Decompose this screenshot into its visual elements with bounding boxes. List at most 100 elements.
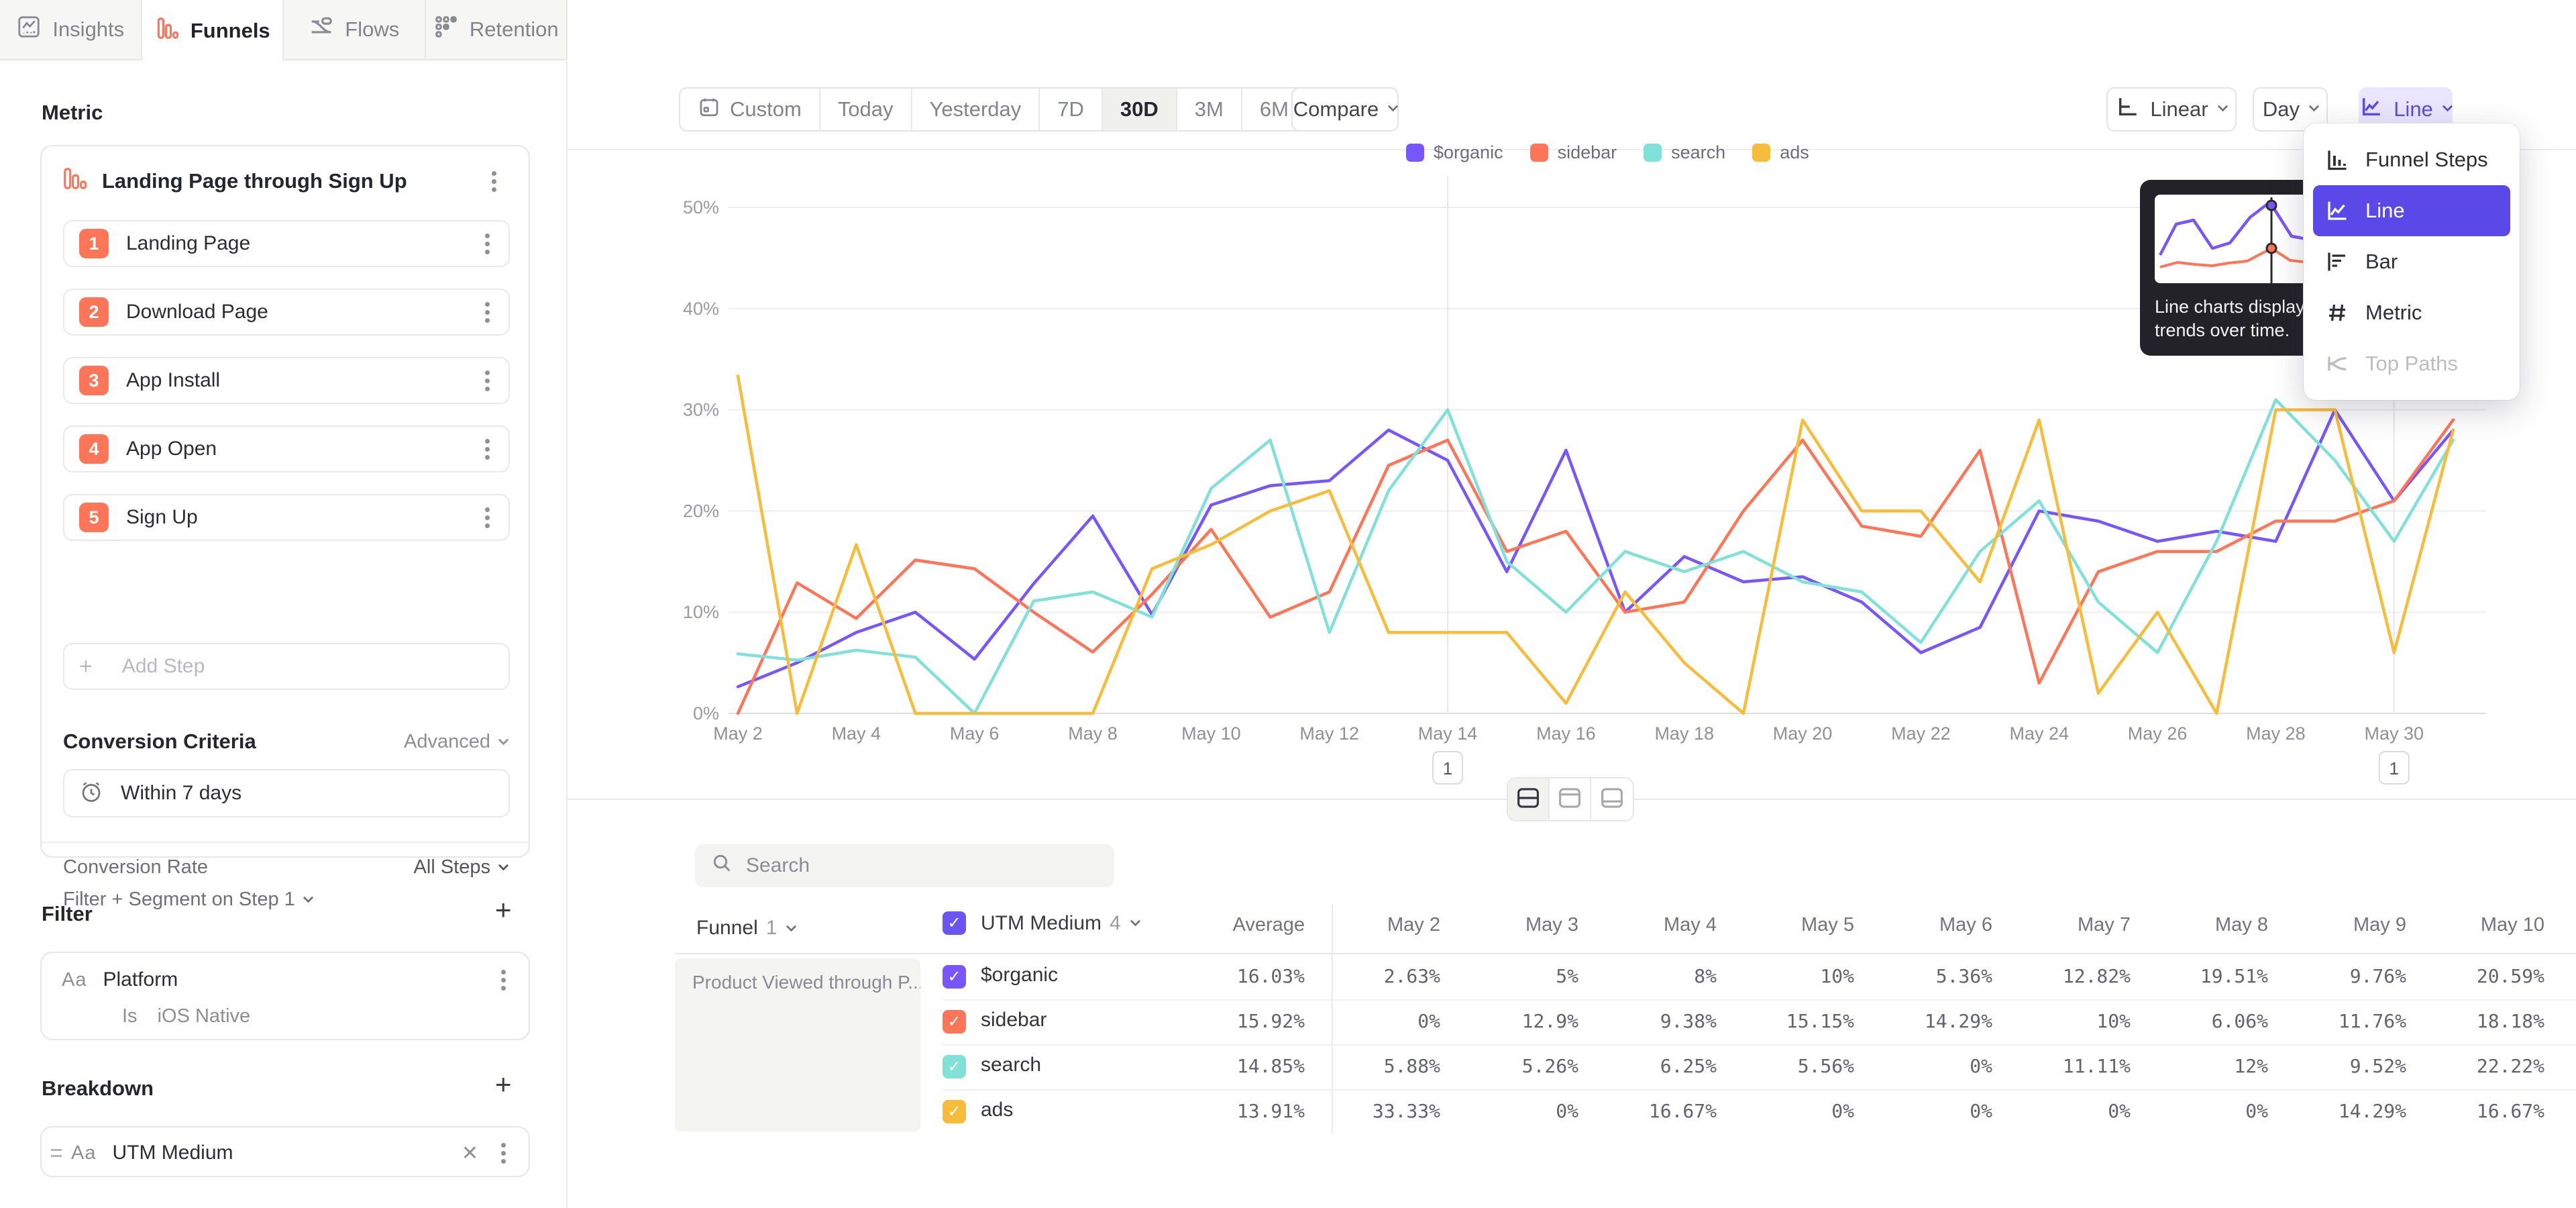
all-steps-dropdown[interactable]: All Steps <box>414 856 507 878</box>
filter-value[interactable]: iOS Native <box>158 1005 251 1027</box>
view-toggle-control <box>1507 777 1634 821</box>
funnel-step-4[interactable]: 4App Open <box>63 425 510 472</box>
date-range-yesterday[interactable]: Yesterday <box>912 89 1040 130</box>
y-axis-label: 30% <box>683 400 719 420</box>
breakdown-card[interactable]: Aa UTM Medium ✕ <box>40 1126 530 1177</box>
series-line-search[interactable] <box>738 400 2453 714</box>
step-kebab-menu[interactable] <box>485 379 490 383</box>
filter-operator[interactable]: Is <box>122 1005 138 1027</box>
table-row-group[interactable]: Product Viewed through P... <box>675 958 920 1131</box>
conversion-window-row[interactable]: Within 7 days <box>63 769 510 817</box>
date-column-header[interactable]: May 10 <box>2430 914 2544 936</box>
tab-insights[interactable]: Insights <box>0 0 142 59</box>
date-range-7d[interactable]: 7D <box>1040 89 1103 130</box>
table-row-organic[interactable]: ✓$organic16.03%2.63%5%8%10%5.36%12.82%19… <box>943 954 2576 999</box>
menu-item-funnel-steps[interactable]: Funnel Steps <box>2313 134 2510 185</box>
filter-section-title: Filter <box>42 902 93 926</box>
menu-item-metric[interactable]: Metric <box>2313 287 2510 338</box>
cell-value: 18.18% <box>2430 1010 2544 1032</box>
series-checkbox[interactable]: ✓ <box>943 965 966 989</box>
cell-value: 14.29% <box>1878 1010 1992 1032</box>
plus-icon: + <box>79 654 93 680</box>
table-row-ads[interactable]: ✓ads13.91%33.33%0%16.67%0%0%0%0%14.29%16… <box>943 1089 2576 1134</box>
split-view-button[interactable] <box>1508 778 1550 820</box>
date-range-today[interactable]: Today <box>820 89 912 130</box>
date-column-header[interactable]: May 7 <box>2017 914 2131 936</box>
average-column-header[interactable]: Average <box>1191 914 1305 936</box>
funnels-icon <box>154 15 180 46</box>
add-filter-button[interactable]: + <box>495 894 512 926</box>
scale-dropdown[interactable]: Linear <box>2106 87 2237 132</box>
drag-handle-icon[interactable] <box>51 1149 62 1157</box>
table-only-view-button[interactable] <box>1591 778 1633 820</box>
select-all-checkbox[interactable]: ✓ <box>943 911 966 935</box>
tab-retention[interactable]: Retention <box>426 0 567 59</box>
tab-funnels[interactable]: Funnels <box>142 0 284 62</box>
date-column-header[interactable]: May 3 <box>1464 914 1578 936</box>
advanced-dropdown[interactable]: Advanced <box>404 731 507 753</box>
series-checkbox[interactable]: ✓ <box>943 1010 966 1034</box>
date-column-header[interactable]: May 6 <box>1878 914 1992 936</box>
add-step-button[interactable]: + Add Step <box>63 643 510 690</box>
bar-chart-icon <box>2325 250 2349 274</box>
compare-button[interactable]: Compare <box>1291 87 1399 132</box>
menu-item-line[interactable]: Line <box>2313 185 2510 236</box>
table-row-sidebar[interactable]: ✓sidebar15.92%0%12.9%9.38%15.15%14.29%10… <box>943 999 2576 1044</box>
step-kebab-menu[interactable] <box>485 515 490 520</box>
chart-only-view-button[interactable] <box>1550 778 1591 820</box>
metric-kebab-menu[interactable] <box>492 179 496 184</box>
funnel-step-3[interactable]: 3App Install <box>63 357 510 404</box>
add-breakdown-button[interactable]: + <box>495 1068 512 1101</box>
table-search-input[interactable]: Search <box>695 844 1114 887</box>
table-row-search[interactable]: ✓search14.85%5.88%5.26%6.25%5.56%0%11.11… <box>943 1044 2576 1089</box>
average-value: 13.91% <box>1191 1100 1305 1122</box>
step-number-badge: 4 <box>79 434 109 464</box>
cell-value: 5% <box>1464 965 1578 987</box>
step-kebab-menu[interactable] <box>485 447 490 452</box>
breakdown-kebab-menu[interactable] <box>501 1151 506 1156</box>
x-axis-label: May 2 <box>713 723 763 744</box>
date-range-30d[interactable]: 30D <box>1103 89 1177 130</box>
date-column-header[interactable]: May 5 <box>1740 914 1854 936</box>
x-axis-label: May 14 <box>1418 723 1478 744</box>
tab-flows[interactable]: Flows <box>284 0 426 59</box>
top-paths-icon <box>2325 352 2349 376</box>
date-range-control: CustomTodayYesterday7D30D3M6M12M <box>679 87 1384 132</box>
series-line-sidebar[interactable] <box>738 420 2453 713</box>
line-chart-icon <box>2325 199 2349 223</box>
series-checkbox[interactable]: ✓ <box>943 1055 966 1078</box>
conversion-criteria-title: Conversion Criteria <box>63 729 256 754</box>
series-checkbox[interactable]: ✓ <box>943 1100 966 1123</box>
cell-value: 14.29% <box>2292 1100 2406 1122</box>
x-axis-label: May 16 <box>1536 723 1596 744</box>
step-kebab-menu[interactable] <box>485 242 490 246</box>
search-placeholder: Search <box>746 854 810 877</box>
funnel-step-1[interactable]: 1Landing Page <box>63 220 510 267</box>
cell-value: 5.26% <box>1464 1055 1578 1077</box>
step-number-badge: 2 <box>79 297 109 327</box>
date-column-header[interactable]: May 9 <box>2292 914 2406 936</box>
cell-value: 5.88% <box>1326 1055 1440 1077</box>
breakdown-column-dropdown[interactable]: ✓ UTM Medium 4 <box>943 911 1139 935</box>
date-column-header[interactable]: May 8 <box>2154 914 2268 936</box>
filter-segment-dropdown[interactable]: Filter + Segment on Step 1 <box>63 889 312 911</box>
remove-breakdown-icon[interactable]: ✕ <box>462 1142 478 1165</box>
funnel-step-5[interactable]: 5Sign Up <box>63 494 510 541</box>
funnel-column-dropdown[interactable]: Funnel 1 <box>696 917 795 940</box>
date-column-header[interactable]: May 4 <box>1603 914 1717 936</box>
step-label: App Install <box>126 369 220 392</box>
series-line-ads[interactable] <box>738 376 2453 713</box>
cell-value: 0% <box>1878 1055 1992 1077</box>
menu-item-bar[interactable]: Bar <box>2313 236 2510 287</box>
step-label: Landing Page <box>126 232 250 255</box>
y-axis-label: 0% <box>693 703 719 723</box>
breakdown-section-title: Breakdown <box>42 1076 154 1101</box>
step-kebab-menu[interactable] <box>485 310 490 315</box>
funnel-step-2[interactable]: 2Download Page <box>63 289 510 336</box>
report-type-tabbar: InsightsFunnelsFlowsRetention <box>0 0 568 60</box>
filter-card[interactable]: Aa Platform Is iOS Native <box>40 952 530 1040</box>
date-range-3m[interactable]: 3M <box>1177 89 1242 130</box>
date-column-header[interactable]: May 2 <box>1326 914 1440 936</box>
date-range-custom[interactable]: Custom <box>680 89 820 130</box>
filter-kebab-menu[interactable] <box>501 978 506 983</box>
